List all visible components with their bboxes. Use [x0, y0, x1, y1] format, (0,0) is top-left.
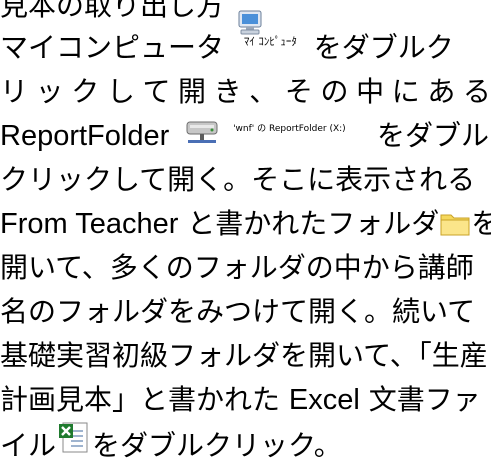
folder-icon — [439, 202, 471, 246]
folder-text: と書かれたフォルダ — [178, 207, 440, 240]
excel-text: Excel — [288, 384, 360, 416]
double-click-end-text: をダブルクリック。 — [92, 429, 342, 462]
char: に — [391, 75, 420, 108]
my-computer-icon-caption: ﾏｲ ｺﾝﾋﾟｭｰﾀ — [243, 35, 297, 48]
document-file-text: 文書ファ — [359, 383, 481, 416]
from-teacher-text: From Teacher — [0, 208, 179, 240]
double-click-text: をダブルク — [313, 31, 454, 64]
file-text: イル — [0, 429, 57, 462]
char: き — [213, 75, 242, 108]
plan-sample-text: 計画見本」と書かれた — [0, 383, 289, 416]
para-line-3: ReportFolder 'wnf' の ReportFolder (X:) を… — [0, 114, 491, 158]
my-computer-text: マイコンピュータ — [0, 31, 225, 64]
char: あ — [427, 75, 456, 108]
para-line-2: リ ッ ク し て 開 き 、 そ の 中 に あ る — [0, 70, 491, 114]
folder-text-wo: を — [471, 207, 491, 240]
network-drive-caption: 'wnf' の ReportFolder (X:) — [233, 124, 346, 134]
char: そ — [284, 75, 313, 108]
char: る — [462, 75, 491, 108]
para-line-8: 基礎実習初級フォルダを開いて、「生産 — [0, 339, 488, 372]
my-computer-icon — [233, 10, 263, 70]
char: ク — [71, 75, 100, 108]
para-line-5: From Teacher と書かれたフォルダ を — [0, 202, 491, 246]
char: し — [106, 75, 135, 108]
char: の — [320, 75, 349, 108]
para-line-4: クリックして開く。そこに表示される — [0, 163, 476, 196]
document: 見本の取り出し方 マイコンピュータ ﾏｲ ｺﾝﾋﾟｭｰﾀ をダブルク リ ッ ク… — [0, 0, 491, 470]
char: 中 — [356, 75, 385, 108]
para-line-6: 開いて、多くのフォルダの中から講師 — [0, 251, 474, 284]
char: 開 — [178, 75, 207, 108]
double-click-text-2: をダブル — [376, 119, 489, 152]
char: て — [142, 75, 171, 108]
para-line-9: 計画見本」と書かれた Excel 文書ファ — [0, 378, 491, 422]
network-drive-icon — [184, 114, 220, 158]
excel-file-icon — [56, 422, 92, 470]
char: 、 — [249, 75, 278, 108]
char: ッ — [35, 75, 64, 108]
para-line-7: 名のフォルダをみつけて開く。続いて — [0, 295, 476, 328]
para-line-10: イル をダブルクリック。 — [0, 422, 491, 470]
report-folder-text: ReportFolder — [0, 120, 170, 152]
para-line-1: マイコンピュータ ﾏｲ ｺﾝﾋﾟｭｰﾀ をダブルク — [0, 10, 491, 70]
char: リ — [0, 75, 29, 108]
